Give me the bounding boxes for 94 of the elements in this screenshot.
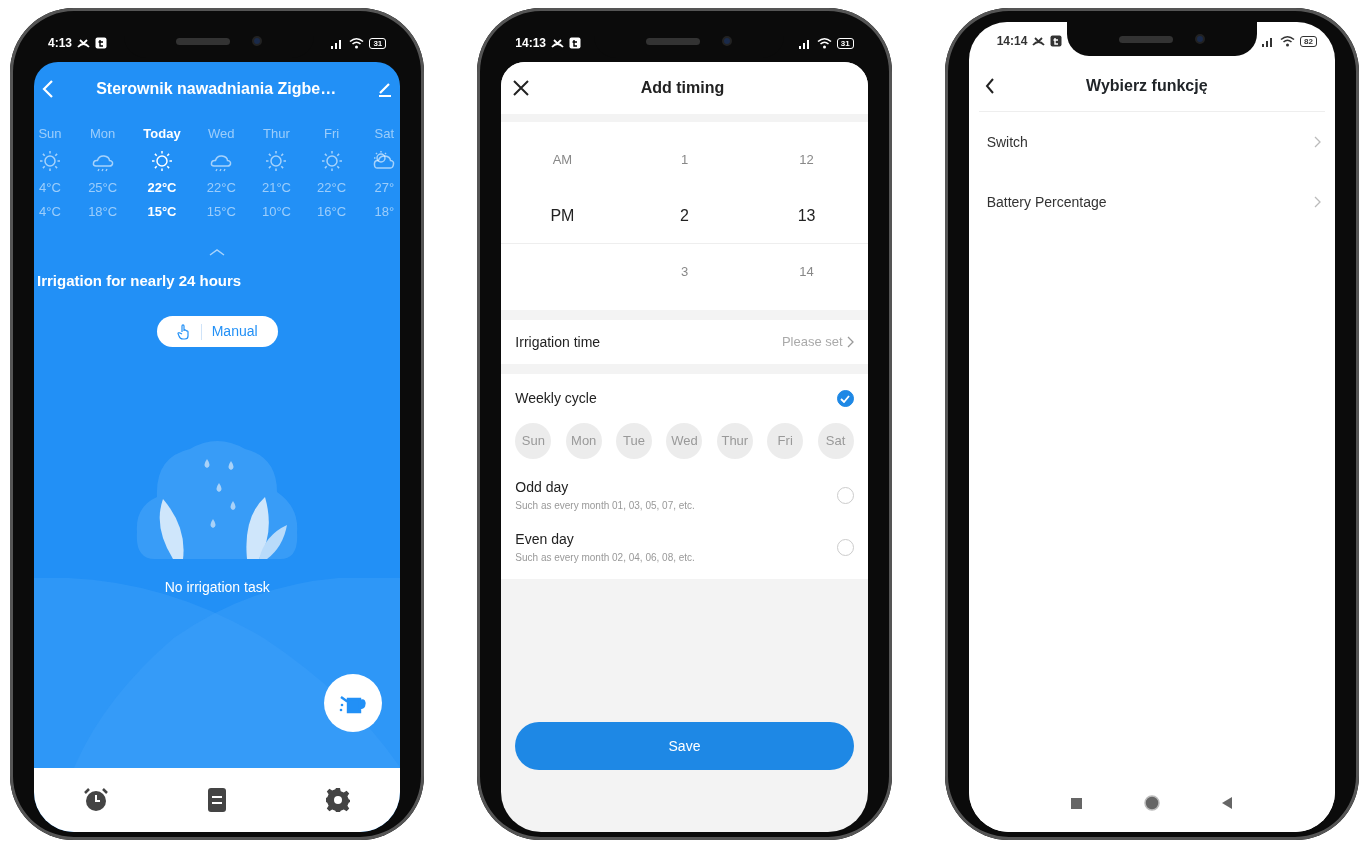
front-camera xyxy=(1194,34,1205,44)
edit-pencil-icon[interactable] xyxy=(378,81,393,97)
cycle-option[interactable]: Even day Such as every month 02, 04, 06, 08, etc. xyxy=(515,521,854,573)
app-notification-icon xyxy=(95,37,108,49)
wifi-icon xyxy=(349,37,365,49)
day-label: Today xyxy=(143,125,181,143)
wifi-icon xyxy=(1280,35,1296,47)
hand-pointer-icon xyxy=(176,323,191,340)
day-label: Thur xyxy=(263,125,290,143)
sun-icon xyxy=(149,148,174,173)
low-temperature: 18° xyxy=(374,203,395,221)
close-icon[interactable] xyxy=(513,80,530,96)
weekday-toggle[interactable]: Fri xyxy=(767,423,804,459)
screen-title: Wybierz funkcję xyxy=(1085,75,1209,96)
time-picker[interactable]: AM PM 1 2 3 12 13 14 xyxy=(501,122,868,310)
irrigation-summary: Irrigation for nearly 24 hours xyxy=(36,270,243,291)
weekday-toggle[interactable]: Mon xyxy=(565,423,602,459)
high-temperature: 21°C xyxy=(261,178,291,197)
low-temperature: 10°C xyxy=(261,203,291,221)
settings-icon[interactable] xyxy=(325,787,352,813)
battery-level: 31 xyxy=(836,37,854,49)
sun-icon xyxy=(38,148,62,173)
radio-button[interactable] xyxy=(836,486,854,504)
day-label: Mon xyxy=(90,125,116,143)
status-time: 14:14 xyxy=(996,33,1028,50)
weekday-toggle[interactable]: Sat xyxy=(817,423,854,459)
recents-square-icon[interactable] xyxy=(1071,797,1083,809)
app-notification-icon xyxy=(569,37,582,49)
day-label: Fri xyxy=(324,125,340,143)
low-temperature: 18°C xyxy=(88,203,118,221)
back-chevron-icon[interactable] xyxy=(984,77,995,94)
picker-value[interactable]: 1 xyxy=(623,132,746,188)
missed-call-icon xyxy=(1032,35,1046,47)
picker-value[interactable]: 3 xyxy=(623,244,746,300)
speaker-grille xyxy=(1118,35,1173,43)
missed-call-icon xyxy=(551,37,565,49)
high-temperature: 22°C xyxy=(206,178,236,197)
chevron-right-icon xyxy=(846,336,854,348)
status-time: 4:13 xyxy=(48,35,73,52)
screen-title: Add timing xyxy=(639,78,726,98)
status-time: 14:13 xyxy=(515,35,547,52)
battery-level: 82 xyxy=(1300,35,1317,47)
low-temperature: 16°C xyxy=(317,203,347,221)
sun-icon xyxy=(264,148,289,173)
day-label: Wed xyxy=(208,125,235,143)
screen-title: Sterownik nawadniania Zigbe… xyxy=(95,79,338,99)
radio-button[interactable] xyxy=(836,538,854,556)
front-camera xyxy=(722,36,733,46)
chevron-right-icon xyxy=(1314,196,1321,208)
weekday-toggle[interactable]: Thur xyxy=(716,423,753,459)
cycle-option[interactable]: Weekly cycle xyxy=(515,380,854,417)
day-label: Sat xyxy=(374,125,394,143)
high-temperature: 22°C xyxy=(147,178,177,197)
function-item[interactable]: Battery Percentage xyxy=(968,172,1335,232)
day-label: Sun xyxy=(38,125,62,143)
check-icon xyxy=(840,394,851,403)
missed-call-icon xyxy=(77,37,91,49)
high-temperature: 25°C xyxy=(88,178,118,197)
chevron-right-icon xyxy=(1314,136,1321,148)
function-item[interactable]: Switch xyxy=(968,112,1335,172)
front-camera xyxy=(251,36,262,46)
speaker-grille xyxy=(646,37,701,45)
sun-icon xyxy=(319,148,344,173)
picker-value[interactable]: 2 xyxy=(623,188,746,244)
wifi-icon xyxy=(816,37,832,49)
home-circle-icon[interactable] xyxy=(1144,795,1161,811)
battery-level: 31 xyxy=(369,37,387,49)
signal-icon xyxy=(797,37,812,49)
save-button[interactable]: Save xyxy=(515,722,854,770)
high-temperature: 22°C xyxy=(317,178,347,197)
low-temperature: 4°C xyxy=(39,203,61,221)
manual-button[interactable]: Manual xyxy=(156,316,278,347)
document-icon[interactable] xyxy=(207,787,228,813)
high-temperature: 4°C xyxy=(39,178,61,197)
picker-value[interactable]: 12 xyxy=(745,132,868,188)
cycle-option[interactable]: Odd day Such as every month 01, 03, 05, 07, etc. xyxy=(515,469,854,521)
empty-message: No irrigation task xyxy=(163,578,271,597)
low-temperature: 15°C xyxy=(147,203,177,221)
app-notification-icon xyxy=(1050,35,1063,47)
alarm-clock-icon[interactable] xyxy=(83,787,110,813)
picker-value[interactable]: 13 xyxy=(745,188,868,244)
picker-value[interactable]: AM xyxy=(501,132,624,188)
low-temperature: 15°C xyxy=(206,203,236,221)
speaker-grille xyxy=(175,37,230,45)
irrigation-time-row[interactable]: Irrigation time Please set xyxy=(501,320,868,364)
back-triangle-icon[interactable] xyxy=(1222,797,1233,809)
weekday-toggle[interactable]: Tue xyxy=(616,423,653,459)
high-temperature: 27° xyxy=(374,178,395,197)
picker-value[interactable]: 14 xyxy=(745,244,868,300)
weekday-toggle[interactable]: Sun xyxy=(515,423,552,459)
weekday-toggle[interactable]: Wed xyxy=(666,423,703,459)
checked-radio[interactable] xyxy=(836,390,854,407)
water-now-button[interactable] xyxy=(324,674,383,732)
picker-value[interactable]: PM xyxy=(501,188,624,244)
